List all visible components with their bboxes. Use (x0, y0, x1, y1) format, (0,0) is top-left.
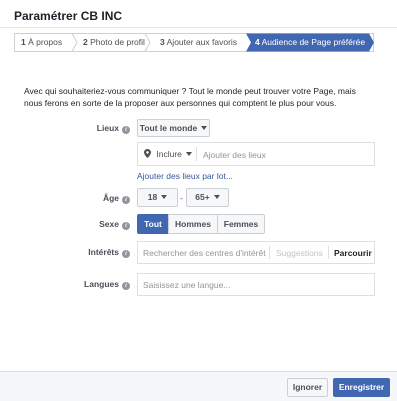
bulk-add-locations-link[interactable]: Ajouter des lieux par lot... (137, 171, 233, 181)
sexe-option-hommes[interactable]: Hommes (168, 214, 218, 234)
suggestions-button[interactable]: Suggestions (276, 248, 323, 258)
divider (328, 246, 329, 259)
age-separator: - (180, 193, 183, 203)
info-icon[interactable]: i (122, 222, 130, 230)
intro-text: Avec qui souhaiteriez-vous communiquer ?… (24, 86, 356, 108)
langues-label: Langues i (72, 279, 130, 290)
lieux-input-box[interactable]: Inclure Ajouter des lieux (137, 142, 375, 166)
chevron-down-icon (185, 152, 192, 156)
browse-button[interactable]: Parcourir (334, 248, 372, 258)
dialog-title: Paramétrer CB INC (14, 9, 123, 23)
info-icon[interactable]: i (122, 196, 130, 204)
save-button[interactable]: Enregistrer (333, 378, 390, 397)
lieux-audience-dropdown[interactable]: Tout le monde (137, 119, 210, 137)
sexe-option-tout[interactable]: Tout (137, 214, 169, 234)
chevron-down-icon (213, 195, 220, 199)
lieux-search-placeholder[interactable]: Ajouter des lieux (203, 150, 266, 160)
dialog-footer: Ignorer Enregistrer (0, 371, 397, 401)
steps-breadcrumb: 1 À propos 2 Photo de profil 3 Ajouter a… (14, 33, 374, 52)
include-dropdown[interactable]: Inclure (144, 149, 192, 159)
interets-input-box[interactable]: Rechercher des centres d'intérêt Suggest… (137, 241, 375, 264)
lieux-label: Lieux i (80, 123, 130, 134)
age-min-dropdown[interactable]: 18 (137, 188, 178, 207)
interets-label: Intérêts i (72, 247, 130, 258)
interets-search-placeholder[interactable]: Rechercher des centres d'intérêt (143, 248, 266, 258)
age-max-dropdown[interactable]: 65+ (186, 188, 229, 207)
info-icon[interactable]: i (122, 250, 130, 258)
langues-input-box[interactable]: Saisissez une langue... (137, 273, 375, 296)
location-pin-icon (144, 149, 151, 158)
chevron-down-icon (201, 126, 208, 130)
info-icon[interactable]: i (122, 282, 130, 290)
sexe-option-femmes[interactable]: Femmes (217, 214, 265, 234)
sexe-label: Sexe i (80, 219, 130, 230)
langues-search-placeholder[interactable]: Saisissez une langue... (143, 280, 230, 290)
dialog-header: Paramétrer CB INC (0, 0, 397, 28)
divider (269, 246, 270, 259)
ignore-button[interactable]: Ignorer (287, 378, 328, 397)
divider (196, 147, 197, 161)
chevron-down-icon (161, 195, 168, 199)
info-icon[interactable]: i (122, 126, 130, 134)
age-label: Âge i (80, 193, 130, 204)
